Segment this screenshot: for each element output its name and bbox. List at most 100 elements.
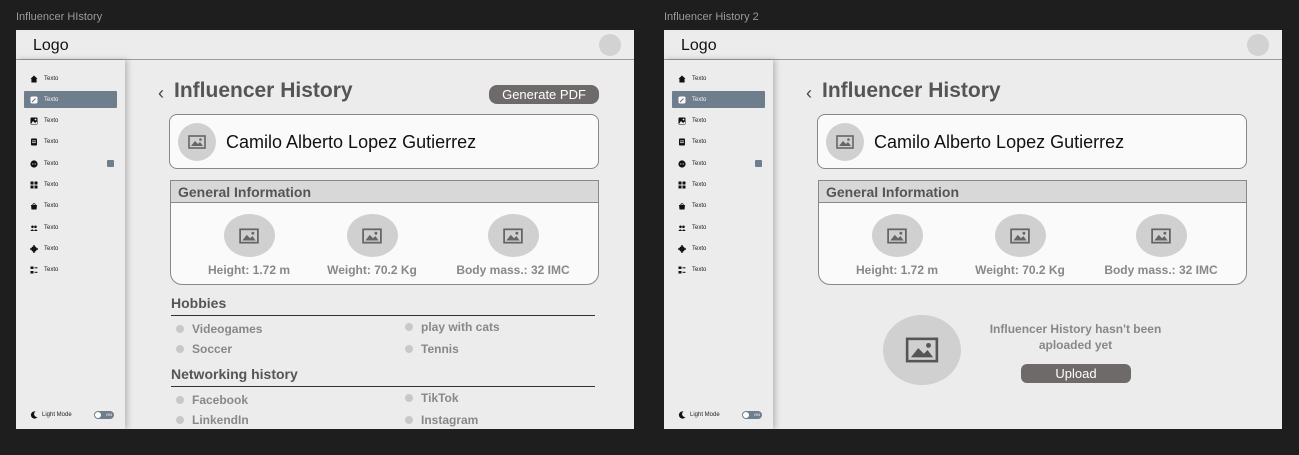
sidebar-item-1[interactable]: Texto	[672, 70, 765, 87]
sidebar-item-label: Texto	[692, 139, 707, 146]
height-image-icon	[871, 214, 923, 257]
sidebar-item-10[interactable]: Texto	[672, 262, 765, 279]
home-icon	[678, 75, 686, 83]
back-chevron-icon[interactable]: ‹	[806, 83, 812, 104]
sidebar-item-label: Texto	[44, 224, 59, 231]
upload-button[interactable]: Upload	[1021, 364, 1131, 383]
sidebar-item-5[interactable]: Texto	[24, 155, 117, 172]
sidebar-item-label: Texto	[692, 118, 707, 125]
users-icon	[678, 224, 686, 232]
sidebar-item-3[interactable]: Texto	[24, 113, 117, 130]
sidebar-item-label: Texto	[692, 224, 707, 231]
sidebar-item-4[interactable]: Texto	[24, 134, 117, 151]
light-mode-label: Light Mode	[690, 412, 720, 418]
height-image-icon	[223, 214, 275, 257]
sidebar-item-9[interactable]: Texto	[672, 240, 765, 257]
weight-metric: Weight: 70.2 Kg	[950, 214, 1090, 277]
notification-badge	[755, 160, 762, 168]
users-icon	[30, 224, 38, 232]
weight-value: Weight: 70.2 Kg	[975, 263, 1065, 277]
influencer-history-2-frame: Logo Texto Texto Texto Texto Texto Texto Texto…	[664, 30, 1282, 429]
sidebar-item-label: Texto	[44, 267, 59, 274]
page-title: Influencer History	[174, 79, 353, 102]
list-item: LinkendIn	[176, 413, 249, 427]
sidebar-item-2[interactable]: Texto	[24, 91, 117, 109]
list-item: Soccer	[176, 342, 232, 356]
sidebar-item-label: Texto	[44, 96, 59, 103]
list-item: play with cats	[405, 320, 500, 334]
avatar[interactable]	[1247, 34, 1269, 56]
gear-icon	[678, 244, 686, 253]
body-mass-metric: Body mass.: 32 IMC	[1091, 214, 1231, 277]
light-mode-toggle[interactable]: ON	[742, 411, 762, 419]
generate-pdf-button[interactable]: Generate PDF	[489, 85, 599, 104]
moon-icon	[678, 411, 686, 419]
sidebar-item-label: Texto	[44, 118, 59, 125]
sidebar-item-6[interactable]: Texto	[24, 177, 117, 194]
sidebar-item-1[interactable]: Texto	[24, 70, 117, 87]
light-mode-toggle[interactable]: ON	[94, 411, 114, 419]
empty-state-message: Influencer History hasn't been aploaded …	[989, 322, 1162, 352]
sidebar: Texto Texto Texto Texto Texto Texto Texto Texto…	[664, 60, 773, 429]
chat-icon	[30, 160, 38, 168]
sidebar-item-label: Texto	[692, 182, 707, 188]
sidebar: Texto Texto Texto Texto Texto Texto Texto Texto…	[16, 60, 125, 429]
body-mass-image-icon	[1135, 214, 1187, 257]
image-icon	[30, 117, 38, 125]
top-bar: Logo	[16, 30, 634, 60]
sidebar-item-3[interactable]: Texto	[672, 113, 765, 130]
bag-icon	[30, 202, 38, 210]
sidebar-item-7[interactable]: Texto	[24, 198, 117, 215]
influencer-name: Camilo Alberto Lopez Gutierrez	[874, 132, 1125, 152]
sidebar-item-label: Texto	[692, 203, 707, 210]
avatar[interactable]	[599, 34, 621, 56]
sidebar-item-label: Texto	[692, 267, 707, 274]
general-information-header: General Information	[819, 181, 1246, 203]
frame-title: Influencer HIstory	[16, 11, 103, 23]
networking-divider	[171, 386, 595, 387]
sidebar-item-6[interactable]: Texto	[672, 177, 765, 194]
general-information-title: General Information	[178, 184, 312, 200]
sidebar-item-label: Texto	[44, 203, 59, 210]
light-mode-row: Light Mode ON	[672, 408, 765, 422]
weight-image-icon	[346, 214, 398, 257]
sidebar-item-label: Texto	[692, 160, 707, 167]
list-item: Tennis	[405, 342, 459, 356]
general-information-card: General Information Height: 1.72 m Weigh…	[170, 180, 599, 285]
hobbies-title: Hobbies	[171, 295, 227, 311]
grid-icon	[678, 181, 686, 189]
notification-badge	[107, 160, 114, 168]
home-icon	[30, 75, 38, 83]
sidebar-item-8[interactable]: Texto	[24, 219, 117, 236]
sidebar-item-label: Texto	[44, 75, 59, 82]
sidebar-item-7[interactable]: Texto	[672, 198, 765, 215]
general-information-card: General Information Height: 1.72 m Weigh…	[818, 180, 1247, 285]
list-item: Videogames	[176, 322, 262, 336]
height-value: Height: 1.72 m	[855, 263, 939, 277]
grid-icon	[30, 181, 38, 189]
logo[interactable]: Logo	[33, 37, 69, 55]
back-chevron-icon[interactable]: ‹	[158, 83, 164, 104]
sidebar-item-8[interactable]: Texto	[672, 219, 765, 236]
height-metric: Height: 1.72 m	[827, 214, 967, 277]
moon-icon	[30, 411, 38, 419]
frame-title: Influencer History 2	[664, 11, 759, 23]
layout-icon	[678, 266, 686, 274]
sidebar-item-2[interactable]: Texto	[672, 91, 765, 109]
list-item: Facebook	[176, 393, 248, 407]
list-item: TikTok	[405, 391, 459, 405]
sidebar-item-10[interactable]: Texto	[24, 262, 117, 279]
empty-state-image-icon	[883, 315, 961, 385]
influencer-history-frame: Logo Texto Texto Texto Texto Texto Texto Texto…	[16, 30, 634, 429]
document-icon	[678, 138, 686, 146]
sidebar-item-9[interactable]: Texto	[24, 240, 117, 257]
sidebar-item-4[interactable]: Texto	[672, 134, 765, 151]
light-mode-label: Light Mode	[42, 412, 72, 418]
logo[interactable]: Logo	[681, 37, 717, 55]
body-mass-value: Body mass.: 32 IMC	[1104, 263, 1218, 277]
height-value: Height: 1.72 m	[207, 263, 291, 277]
body-mass-image-icon	[487, 214, 539, 257]
profile-image-placeholder-icon	[826, 123, 864, 161]
sidebar-item-5[interactable]: Texto	[672, 155, 765, 172]
profile-card: Camilo Alberto Lopez Gutierrez	[169, 114, 599, 169]
